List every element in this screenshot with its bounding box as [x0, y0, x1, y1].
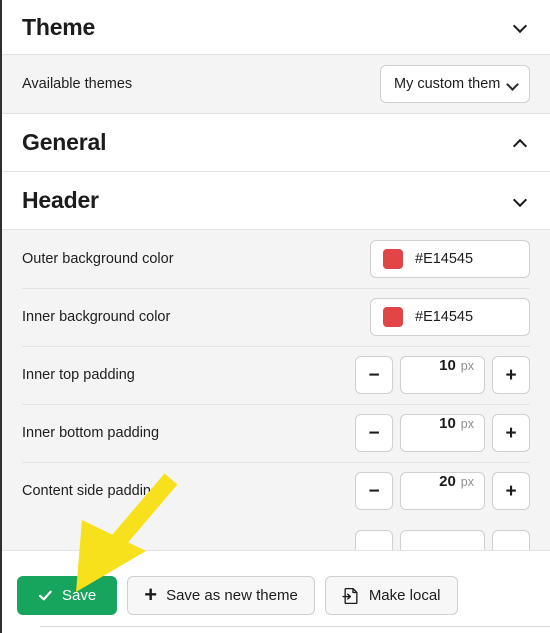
theme-settings-panel: Theme Available themes My custom theme G…	[0, 0, 550, 633]
file-import-icon	[342, 587, 360, 605]
color-swatch[interactable]	[383, 307, 403, 327]
increment-button[interactable]: +	[492, 472, 530, 510]
decrement-button[interactable]: −	[355, 472, 393, 510]
outer-background-color-value: #E14545	[415, 251, 474, 267]
decrement-button[interactable]: −	[355, 414, 393, 452]
increment-button[interactable]	[492, 530, 530, 550]
setting-label-content-side-padding: Content side padding	[22, 483, 160, 499]
setting-row-content-side-padding: Content side padding − 20 px +	[2, 462, 550, 520]
chevron-up-icon[interactable]	[512, 135, 528, 151]
section-title-general: General	[22, 129, 107, 155]
chevron-down-icon	[506, 78, 519, 91]
footer-action-bar: Save + Save as new theme Make local	[4, 573, 550, 618]
theme-settings-group: Available themes My custom theme	[2, 55, 550, 114]
inner-bottom-padding-stepper: − 10 px +	[355, 414, 530, 452]
decrement-button[interactable]	[355, 530, 393, 550]
inner-background-color-field[interactable]: #E14545	[370, 298, 530, 336]
save-as-new-theme-label: Save as new theme	[166, 587, 298, 604]
section-header-theme[interactable]: Theme	[2, 0, 550, 55]
chevron-down-icon[interactable]	[512, 193, 528, 209]
content-side-padding-stepper: − 20 px +	[355, 472, 530, 510]
increment-button[interactable]: +	[492, 414, 530, 452]
content-side-padding-input[interactable]: 20 px	[400, 472, 485, 510]
header-settings-group: Outer background color #E14545 Inner bac…	[2, 230, 550, 551]
available-themes-value: My custom theme	[394, 76, 500, 92]
next-stepper	[355, 530, 530, 550]
setting-row-next	[2, 520, 550, 550]
inner-background-color-value: #E14545	[415, 309, 474, 325]
save-as-new-theme-button[interactable]: + Save as new theme	[127, 576, 315, 615]
next-input[interactable]	[400, 530, 485, 550]
chevron-down-icon[interactable]	[512, 19, 528, 35]
setting-row-outer-background-color: Outer background color #E14545	[2, 230, 550, 288]
setting-label-inner-background-color: Inner background color	[22, 309, 171, 325]
value: 20	[439, 473, 456, 490]
setting-row-inner-background-color: Inner background color #E14545	[2, 288, 550, 346]
setting-label-inner-top-padding: Inner top padding	[22, 367, 135, 383]
inner-bottom-padding-input[interactable]: 10 px	[400, 414, 485, 452]
make-local-label: Make local	[368, 587, 441, 604]
section-title-theme: Theme	[22, 13, 96, 40]
section-title-header: Header	[22, 187, 99, 213]
setting-row-partial-clipped	[2, 520, 550, 550]
unit: px	[460, 475, 474, 489]
scroll-fade-overlay	[4, 557, 550, 573]
setting-row-available-themes: Available themes My custom theme	[2, 55, 550, 113]
available-themes-select[interactable]: My custom theme	[380, 65, 530, 103]
bottom-divider	[40, 626, 550, 627]
setting-label-available-themes: Available themes	[22, 76, 133, 92]
color-swatch[interactable]	[383, 249, 403, 269]
value: 10	[439, 415, 456, 432]
setting-row-inner-top-padding: Inner top padding − 10 px +	[2, 346, 550, 404]
outer-background-color-field[interactable]: #E14545	[370, 240, 530, 278]
plus-icon: +	[144, 581, 158, 607]
inner-top-padding-input[interactable]: 10 px	[400, 356, 485, 394]
save-button[interactable]: Save	[17, 576, 118, 615]
increment-button[interactable]: +	[492, 356, 530, 394]
unit: px	[460, 417, 474, 431]
inner-top-padding-stepper: − 10 px +	[355, 356, 530, 394]
setting-label-outer-background-color: Outer background color	[22, 251, 174, 267]
setting-row-inner-bottom-padding: Inner bottom padding − 10 px +	[2, 404, 550, 462]
unit: px	[460, 359, 474, 373]
section-header-header[interactable]: Header	[2, 172, 550, 230]
section-header-general[interactable]: General	[2, 114, 550, 172]
make-local-button[interactable]: Make local	[324, 576, 458, 615]
save-button-label: Save	[62, 587, 97, 604]
decrement-button[interactable]: −	[355, 356, 393, 394]
setting-label-inner-bottom-padding: Inner bottom padding	[22, 425, 160, 441]
check-icon	[38, 588, 53, 603]
value: 10	[439, 357, 456, 374]
